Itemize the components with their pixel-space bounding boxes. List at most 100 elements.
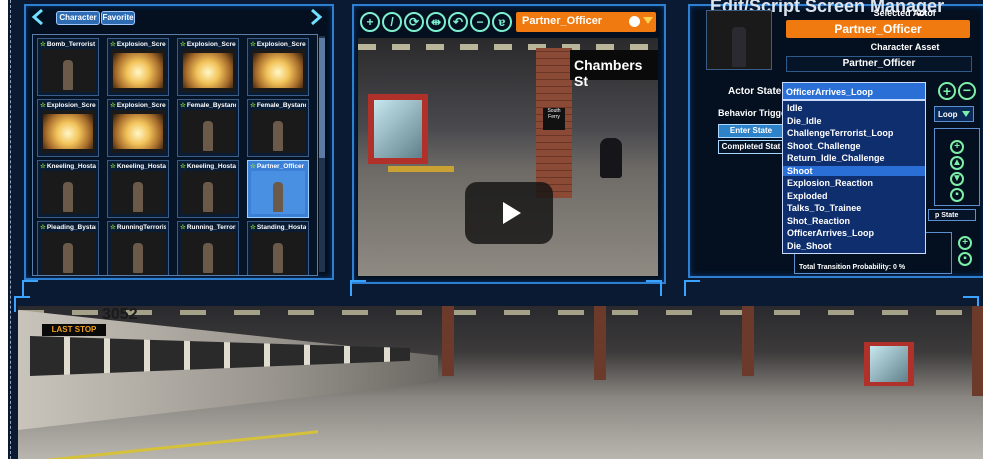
rotate-icon[interactable]: ⟳ (404, 12, 424, 32)
actor-state-label: Actor State: (728, 86, 785, 97)
mirror-icon[interactable]: ⇹ (426, 12, 446, 32)
actor-tile[interactable]: ☆Running_Terroris (177, 221, 239, 275)
favorite-star-icon[interactable]: ☆ (110, 163, 116, 170)
actor-tile-label: Bomb_Terrorist (46, 41, 96, 48)
actor-thumbnail-image (41, 49, 95, 92)
selected-actor-label: Selected Actor (873, 8, 937, 18)
subway-panorama[interactable]: 3052 LAST STOP (18, 306, 983, 459)
favorite-star-icon[interactable]: ☆ (40, 163, 46, 170)
stop-state-field[interactable]: p State (928, 209, 976, 221)
actor-tile-label: RunningTerrorist (116, 224, 166, 231)
state-option[interactable]: Idle (787, 103, 803, 113)
actor-tile[interactable]: ☆Bomb_Terrorist (37, 38, 99, 96)
station-sign: Chambers St (570, 50, 658, 89)
actor-state-dropdown-list[interactable]: Idle Die_Idle ChallengeTerrorist_Loop Shoot… (782, 100, 926, 254)
actor-tile[interactable]: ☆Female_Bystand (247, 99, 309, 157)
actor-tile[interactable]: ☆Explosion_Scree (247, 38, 309, 96)
actor-tile[interactable]: ☆Explosion_Scree (177, 38, 239, 96)
actor-tile[interactable]: ☆Standing_Hostag (247, 221, 309, 275)
favorite-star-icon[interactable]: ☆ (250, 224, 256, 231)
favorite-star-icon[interactable]: ☆ (180, 163, 186, 170)
remove-icon[interactable]: − (470, 12, 490, 32)
poster-sign: South Ferry (543, 108, 565, 130)
actor-thumbnail-image (181, 232, 235, 275)
delete-probability-icon[interactable]: ▪ (958, 252, 972, 266)
undo-icon[interactable]: ↶ (448, 12, 468, 32)
subway-scene-view[interactable]: Chambers St South Ferry (358, 38, 658, 276)
favorite-star-icon[interactable]: ☆ (250, 41, 256, 48)
remove-state-icon[interactable]: − (958, 82, 976, 100)
move-down-icon[interactable]: ▼ (950, 172, 964, 186)
actor-tile-grid: ☆Bomb_Terrorist ☆Explosion_Scree ☆Explosio… (32, 34, 318, 276)
actor-tile[interactable]: ☆Partner_Officer (247, 160, 309, 218)
favorite-star-icon[interactable]: ☆ (250, 102, 256, 109)
add-transition-icon[interactable]: + (950, 140, 964, 154)
simulator-editor-window: Character Favorite ☆Bomb_Terrorist ☆Explo… (8, 0, 983, 459)
character-asset-value[interactable]: Partner_Officer (786, 56, 972, 72)
favorite-star-icon[interactable]: ☆ (110, 41, 116, 48)
actor-select-dropdown[interactable]: Partner_Officer (516, 12, 656, 32)
actor-tile-label: Explosion_Scree (46, 102, 96, 109)
back-arrow-icon[interactable] (30, 8, 48, 26)
total-transition-text: Total Transition Probability: 0 % (799, 264, 906, 271)
state-option[interactable]: Talks_To_Trainee (787, 203, 861, 213)
actor-tile-label: Explosion_Scree (116, 41, 166, 48)
favorite-star-icon[interactable]: ☆ (40, 41, 46, 48)
state-option[interactable]: OfficerArrives_Loop (787, 228, 874, 238)
favorite-star-icon[interactable]: ☆ (40, 224, 46, 231)
actor-tile[interactable]: ☆Explosion_Scree (107, 99, 169, 157)
actor-tile[interactable]: ☆RunningTerrorist (107, 221, 169, 275)
edit-icon[interactable]: / (382, 12, 402, 32)
platform-pillar (972, 306, 983, 396)
favorite-star-icon[interactable]: ☆ (110, 224, 116, 231)
scrollbar-thumb[interactable] (319, 38, 325, 158)
add-state-icon[interactable]: + (938, 82, 956, 100)
selected-actor-button[interactable]: Partner_Officer (786, 20, 970, 38)
completed-state-button[interactable]: Completed Stat (718, 140, 784, 154)
actor-tile[interactable]: ☆Pleading_Bystan (37, 221, 99, 275)
favorite-star-icon[interactable]: ☆ (40, 102, 46, 109)
state-option[interactable]: Shoot_Challenge (787, 141, 861, 151)
favorite-star-icon[interactable]: ☆ (180, 102, 186, 109)
actor-tile-label: Standing_Hostag (256, 224, 306, 231)
favorite-tab[interactable]: Favorite (101, 11, 135, 25)
delete-transition-icon[interactable]: ▪ (950, 188, 964, 202)
actor-tile[interactable]: ☆Kneeling_Hostag (177, 160, 239, 218)
actor-tile[interactable]: ☆Kneeling_Hostag (37, 160, 99, 218)
state-option[interactable]: Shot_Reaction (787, 216, 850, 226)
state-option[interactable]: Die_Shoot (787, 241, 832, 251)
actor-tile[interactable]: ☆Female_Bystand (177, 99, 239, 157)
add-icon[interactable]: + (360, 12, 380, 32)
character-tab[interactable]: Character (56, 11, 100, 25)
shelter-poster (374, 100, 422, 158)
favorite-star-icon[interactable]: ☆ (110, 102, 116, 109)
state-option[interactable]: Return_Idle_Challenge (787, 153, 885, 163)
state-option[interactable]: Exploded (787, 191, 828, 201)
favorite-star-icon[interactable]: ☆ (250, 163, 256, 170)
chevron-down-icon (643, 17, 653, 24)
play-button[interactable] (465, 182, 553, 244)
trigger-field[interactable]: Loop (934, 106, 974, 122)
state-option[interactable]: Shoot (783, 165, 925, 176)
walk-icon[interactable]: ɐ (492, 12, 512, 32)
state-option[interactable]: Die_Idle (787, 116, 822, 126)
add-probability-icon[interactable]: + (958, 236, 972, 250)
state-option[interactable]: Explosion_Reaction (787, 178, 873, 188)
lock-icon[interactable] (629, 16, 640, 27)
state-option[interactable]: ChallengeTerrorist_Loop (787, 128, 893, 138)
favorite-star-icon[interactable]: ☆ (180, 224, 186, 231)
actor-thumbnail-image (41, 171, 95, 214)
forward-arrow-icon[interactable] (306, 8, 324, 26)
actor-tile[interactable]: ☆Explosion_Scree (37, 99, 99, 157)
actor-tile-label: Pleading_Bystan (46, 224, 96, 231)
corner-bracket (684, 280, 700, 296)
actor-tile[interactable]: ☆Explosion_Scree (107, 38, 169, 96)
tile-grid-scrollbar[interactable] (319, 36, 325, 272)
actor-tile[interactable]: ☆Kneeling_Hostag (107, 160, 169, 218)
actor-tile-label: Explosion_Scree (116, 102, 166, 109)
move-up-icon[interactable]: ▲ (950, 156, 964, 170)
enter-state-button[interactable]: Enter State (718, 124, 784, 138)
actor-state-select[interactable]: OfficerArrives_Loop (782, 82, 926, 100)
actor-thumbnail (706, 10, 772, 70)
favorite-star-icon[interactable]: ☆ (180, 41, 186, 48)
